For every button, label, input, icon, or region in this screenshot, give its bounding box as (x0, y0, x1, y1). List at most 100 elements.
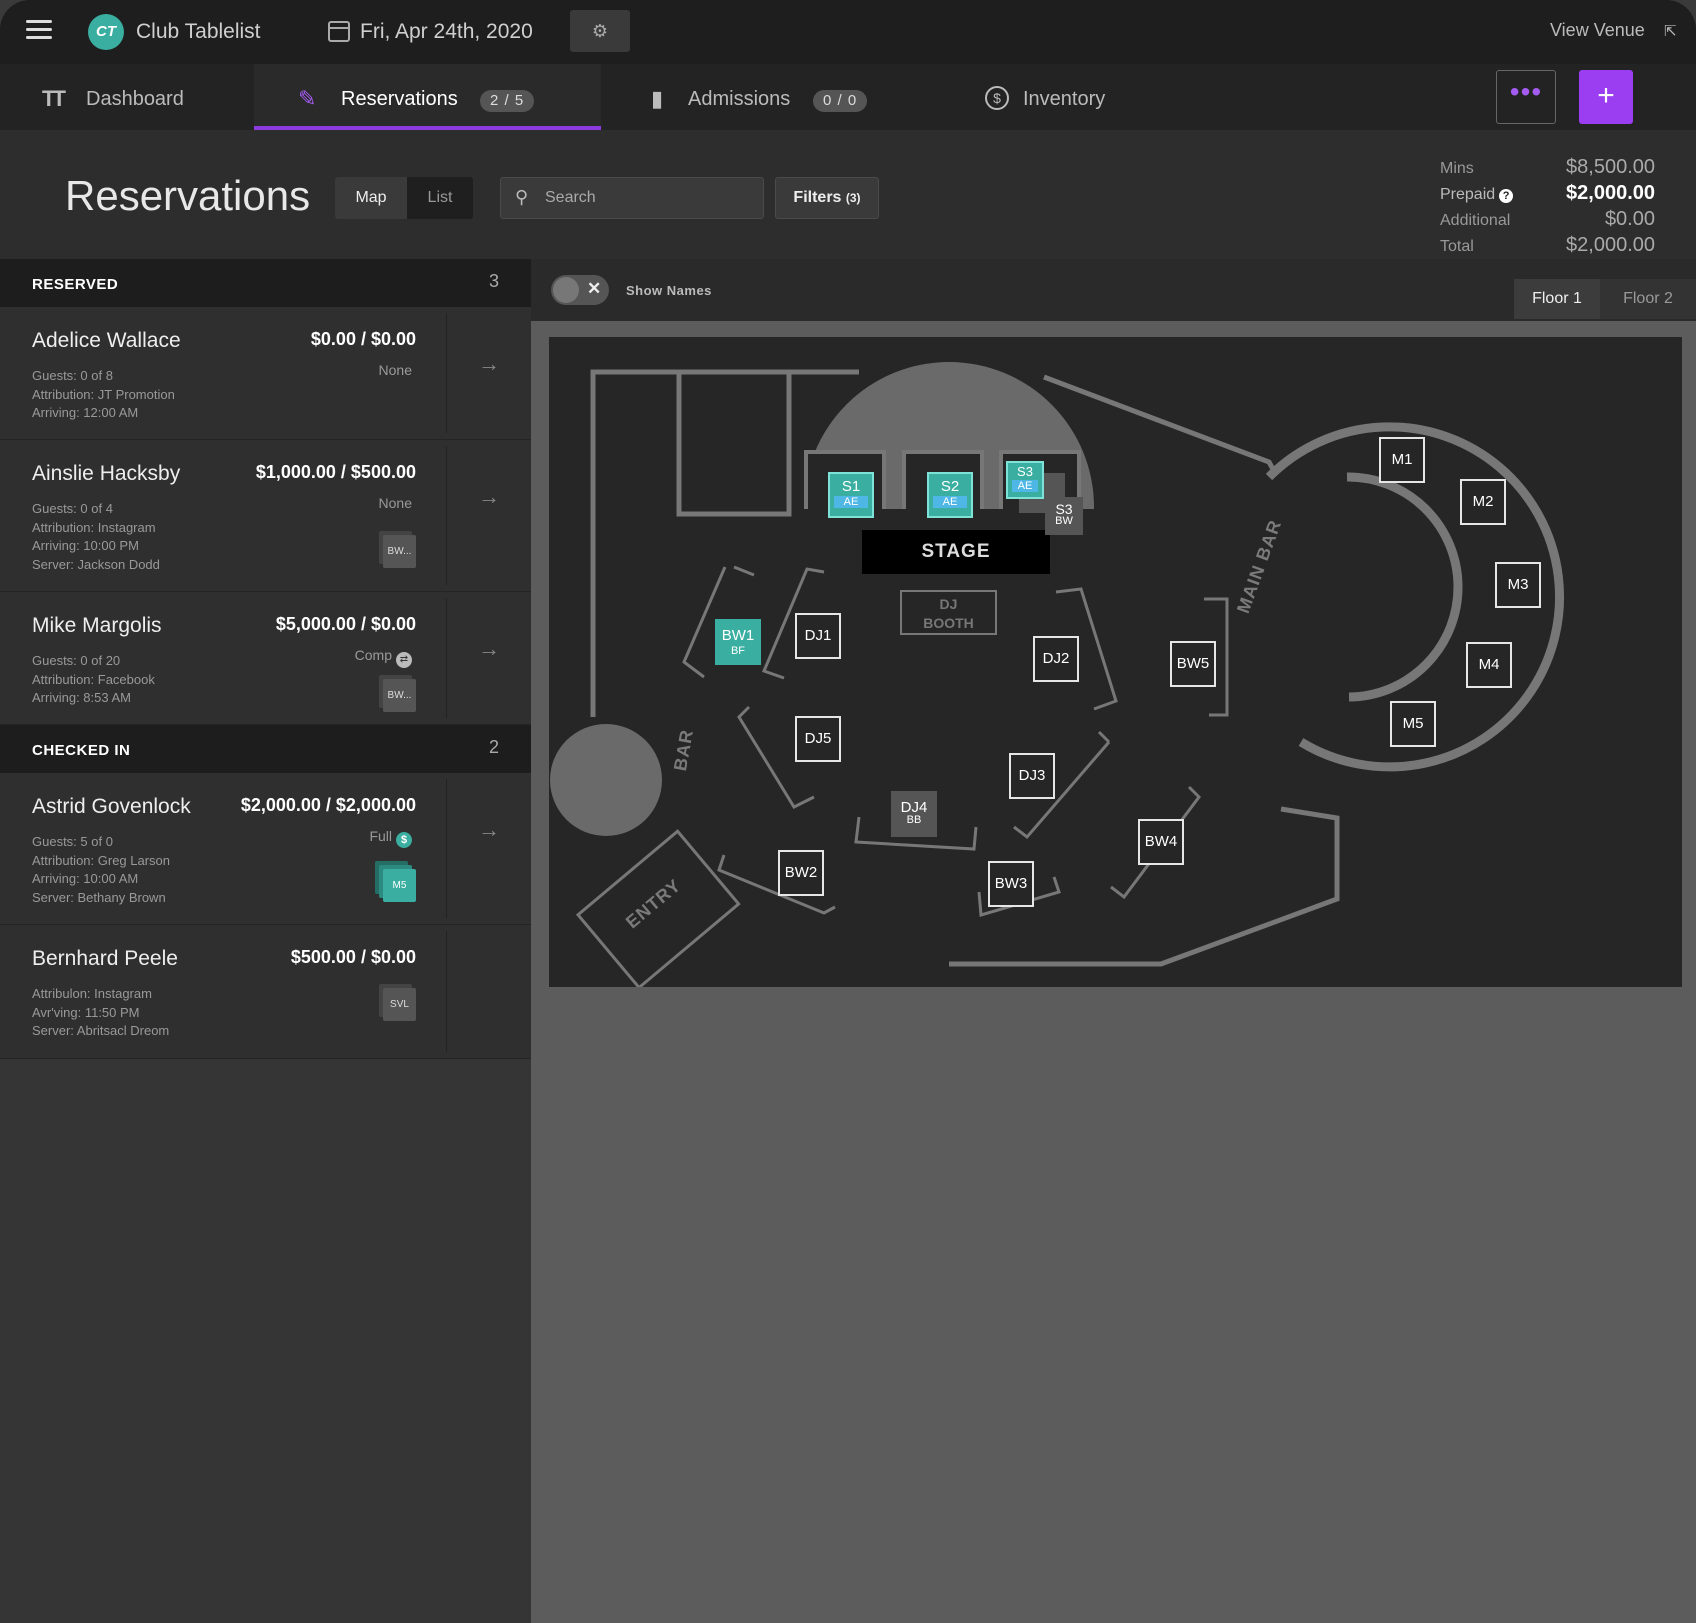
tab-bar: TT Dashboard ✎ Reservations 2 / 5 ▮ Admi… (0, 64, 1696, 130)
help-icon[interactable]: ? (1499, 189, 1514, 203)
guests-count: Guests: 0 of 4 (32, 501, 113, 516)
table-dj1[interactable]: DJ1 (795, 613, 841, 659)
map-toolbar: ✕ Show Names Floor 1 Floor 2 (531, 259, 1696, 321)
guest-name: Ainslie Hacksby (32, 462, 181, 485)
table-bw5[interactable]: BW5 (1170, 641, 1216, 687)
calendar-icon[interactable] (328, 21, 350, 42)
table-label: S3 (1017, 464, 1033, 479)
table-code: AE (834, 496, 868, 508)
table-code: AE (933, 496, 967, 508)
table-s3-bw[interactable]: S3 BW (1045, 497, 1083, 535)
arrival-time: Arriving: 12:00 AM (32, 405, 139, 420)
tab-label: Reservations (341, 88, 458, 110)
more-options-button[interactable]: ••• (1496, 70, 1556, 124)
list-view-button[interactable]: List (407, 177, 473, 219)
table-bw2[interactable]: BW2 (778, 850, 824, 896)
summary-row-prepaid: Prepaid? $2,000.00 (1440, 182, 1655, 208)
reservation-details: Guests: 0 of 4 Attribution: Instagram Ar… (32, 500, 160, 574)
summary-value: $8,500.00 (1566, 156, 1655, 178)
guests-count: Guests: 0 of 20 (32, 653, 121, 668)
tab-badge: 2 / 5 (480, 90, 535, 112)
comp-icon: ⇄ (396, 652, 412, 668)
payment-status: None (378, 495, 412, 511)
tab-badge: 0 / 0 (813, 90, 868, 112)
table-chip[interactable]: M5 (383, 869, 416, 902)
arrow-right-icon[interactable]: → (478, 484, 500, 510)
attribution: Attribution: Facebook (32, 671, 155, 687)
table-s2[interactable]: S2 AE (927, 472, 973, 518)
table-m2[interactable]: M2 (1460, 479, 1506, 525)
reservation-card[interactable]: Astrid Govenlock $2,000.00 / $2,000.00 F… (0, 773, 531, 925)
totals-summary: Mins $8,500.00 Prepaid? $2,000.00 Additi… (1440, 156, 1655, 260)
table-dj5[interactable]: DJ5 (795, 716, 841, 762)
club-name[interactable]: Club Tablelist (136, 20, 261, 44)
arrival-time: Arriving: 10:00 AM (32, 871, 139, 886)
table-chip[interactable]: BW... (383, 535, 416, 568)
table-m3[interactable]: M3 (1495, 562, 1541, 608)
view-venue-link[interactable]: View Venue (1550, 20, 1645, 41)
tab-admissions[interactable]: ▮ Admissions 0 / 0 (601, 64, 941, 130)
arrow-right-icon[interactable]: → (478, 817, 500, 843)
view-toggle: Map List (335, 177, 473, 219)
section-title: RESERVED (32, 276, 119, 293)
table-code: BF (730, 645, 746, 657)
table-m4[interactable]: M4 (1466, 642, 1512, 688)
tab-dashboard[interactable]: TT Dashboard (0, 64, 254, 130)
payment-status: None (378, 362, 412, 378)
table-dj3[interactable]: DJ3 (1009, 753, 1055, 799)
divider (446, 313, 447, 433)
summary-value: $0.00 (1604, 208, 1655, 230)
attribution: Attribulon: Instagram (32, 986, 152, 1001)
show-names-toggle[interactable]: ✕ (551, 275, 609, 305)
dj-booth-label: DJ (939, 596, 958, 612)
filters-button[interactable]: Filters (3) (775, 177, 879, 219)
reservation-card[interactable]: Bernhard Peele $500.00 / $0.00 Attribulo… (0, 925, 531, 1059)
arrow-right-icon[interactable]: → (478, 351, 500, 377)
table-chip[interactable]: SVL (383, 988, 416, 1021)
reservation-card[interactable]: Adelice Wallace $0.00 / $0.00 None Guest… (0, 307, 531, 440)
table-bw3[interactable]: BW3 (988, 861, 1034, 907)
table-label: S2 (940, 478, 960, 495)
table-dj4[interactable]: DJ4 BB (891, 791, 937, 837)
table-chip[interactable]: BW... (383, 679, 416, 712)
add-reservation-button[interactable]: + (1579, 70, 1633, 124)
date-selector[interactable]: Fri, Apr 24th, 2020 (360, 20, 533, 44)
payment-status-text: Comp (354, 647, 392, 663)
table-bw4[interactable]: BW4 (1138, 819, 1184, 865)
page-title: Reservations (65, 172, 311, 219)
show-names-label: Show Names (626, 283, 712, 298)
tab-reservations[interactable]: ✎ Reservations 2 / 5 (254, 64, 601, 130)
table-bw1[interactable]: BW1 BF (715, 619, 761, 665)
external-link-icon[interactable]: ⇱ (1664, 22, 1677, 40)
guest-name: Mike Margolis (32, 614, 162, 637)
search-icon: ⚲ (515, 187, 529, 207)
search-input[interactable] (545, 178, 755, 218)
floor-tabs: Floor 1 Floor 2 (1514, 279, 1696, 319)
filters-label: Filters (793, 189, 842, 206)
table-s1[interactable]: S1 AE (828, 472, 874, 518)
menu-icon[interactable] (26, 20, 52, 40)
club-logo: CT (88, 14, 124, 50)
map-view-button[interactable]: Map (335, 177, 407, 219)
reservation-amount: $1,000.00 / $500.00 (255, 462, 416, 482)
arrow-right-icon[interactable]: → (478, 636, 500, 662)
floor-1-tab[interactable]: Floor 1 (1514, 279, 1600, 319)
guest-name: Astrid Govenlock (32, 795, 191, 818)
table-s3-ae[interactable]: S3 AE (1006, 461, 1044, 499)
table-m5[interactable]: M5 (1390, 701, 1436, 747)
table-code: BB (906, 814, 922, 826)
toggle-knob (553, 277, 579, 303)
table-dj2[interactable]: DJ2 (1033, 636, 1079, 682)
section-count: 2 (488, 737, 499, 757)
reservation-card[interactable]: Mike Margolis $5,000.00 / $0.00 Comp ⇄ Gu… (0, 592, 531, 725)
table-m1[interactable]: M1 (1379, 437, 1425, 483)
guests-count: Guests: 0 of 8 (32, 368, 113, 383)
stage-label: STAGE (862, 530, 1050, 574)
reservation-card[interactable]: Ainslie Hacksby $1,000.00 / $500.00 None… (0, 440, 531, 592)
settings-button[interactable]: ⚙ (570, 10, 630, 52)
floor-2-tab[interactable]: Floor 2 (1600, 279, 1696, 319)
payment-status: Full $ (369, 828, 412, 848)
divider (446, 446, 447, 585)
arrival-time: Avr'ving: 11:50 PM (32, 1004, 140, 1020)
tab-inventory[interactable]: $ Inventory (941, 64, 1241, 130)
